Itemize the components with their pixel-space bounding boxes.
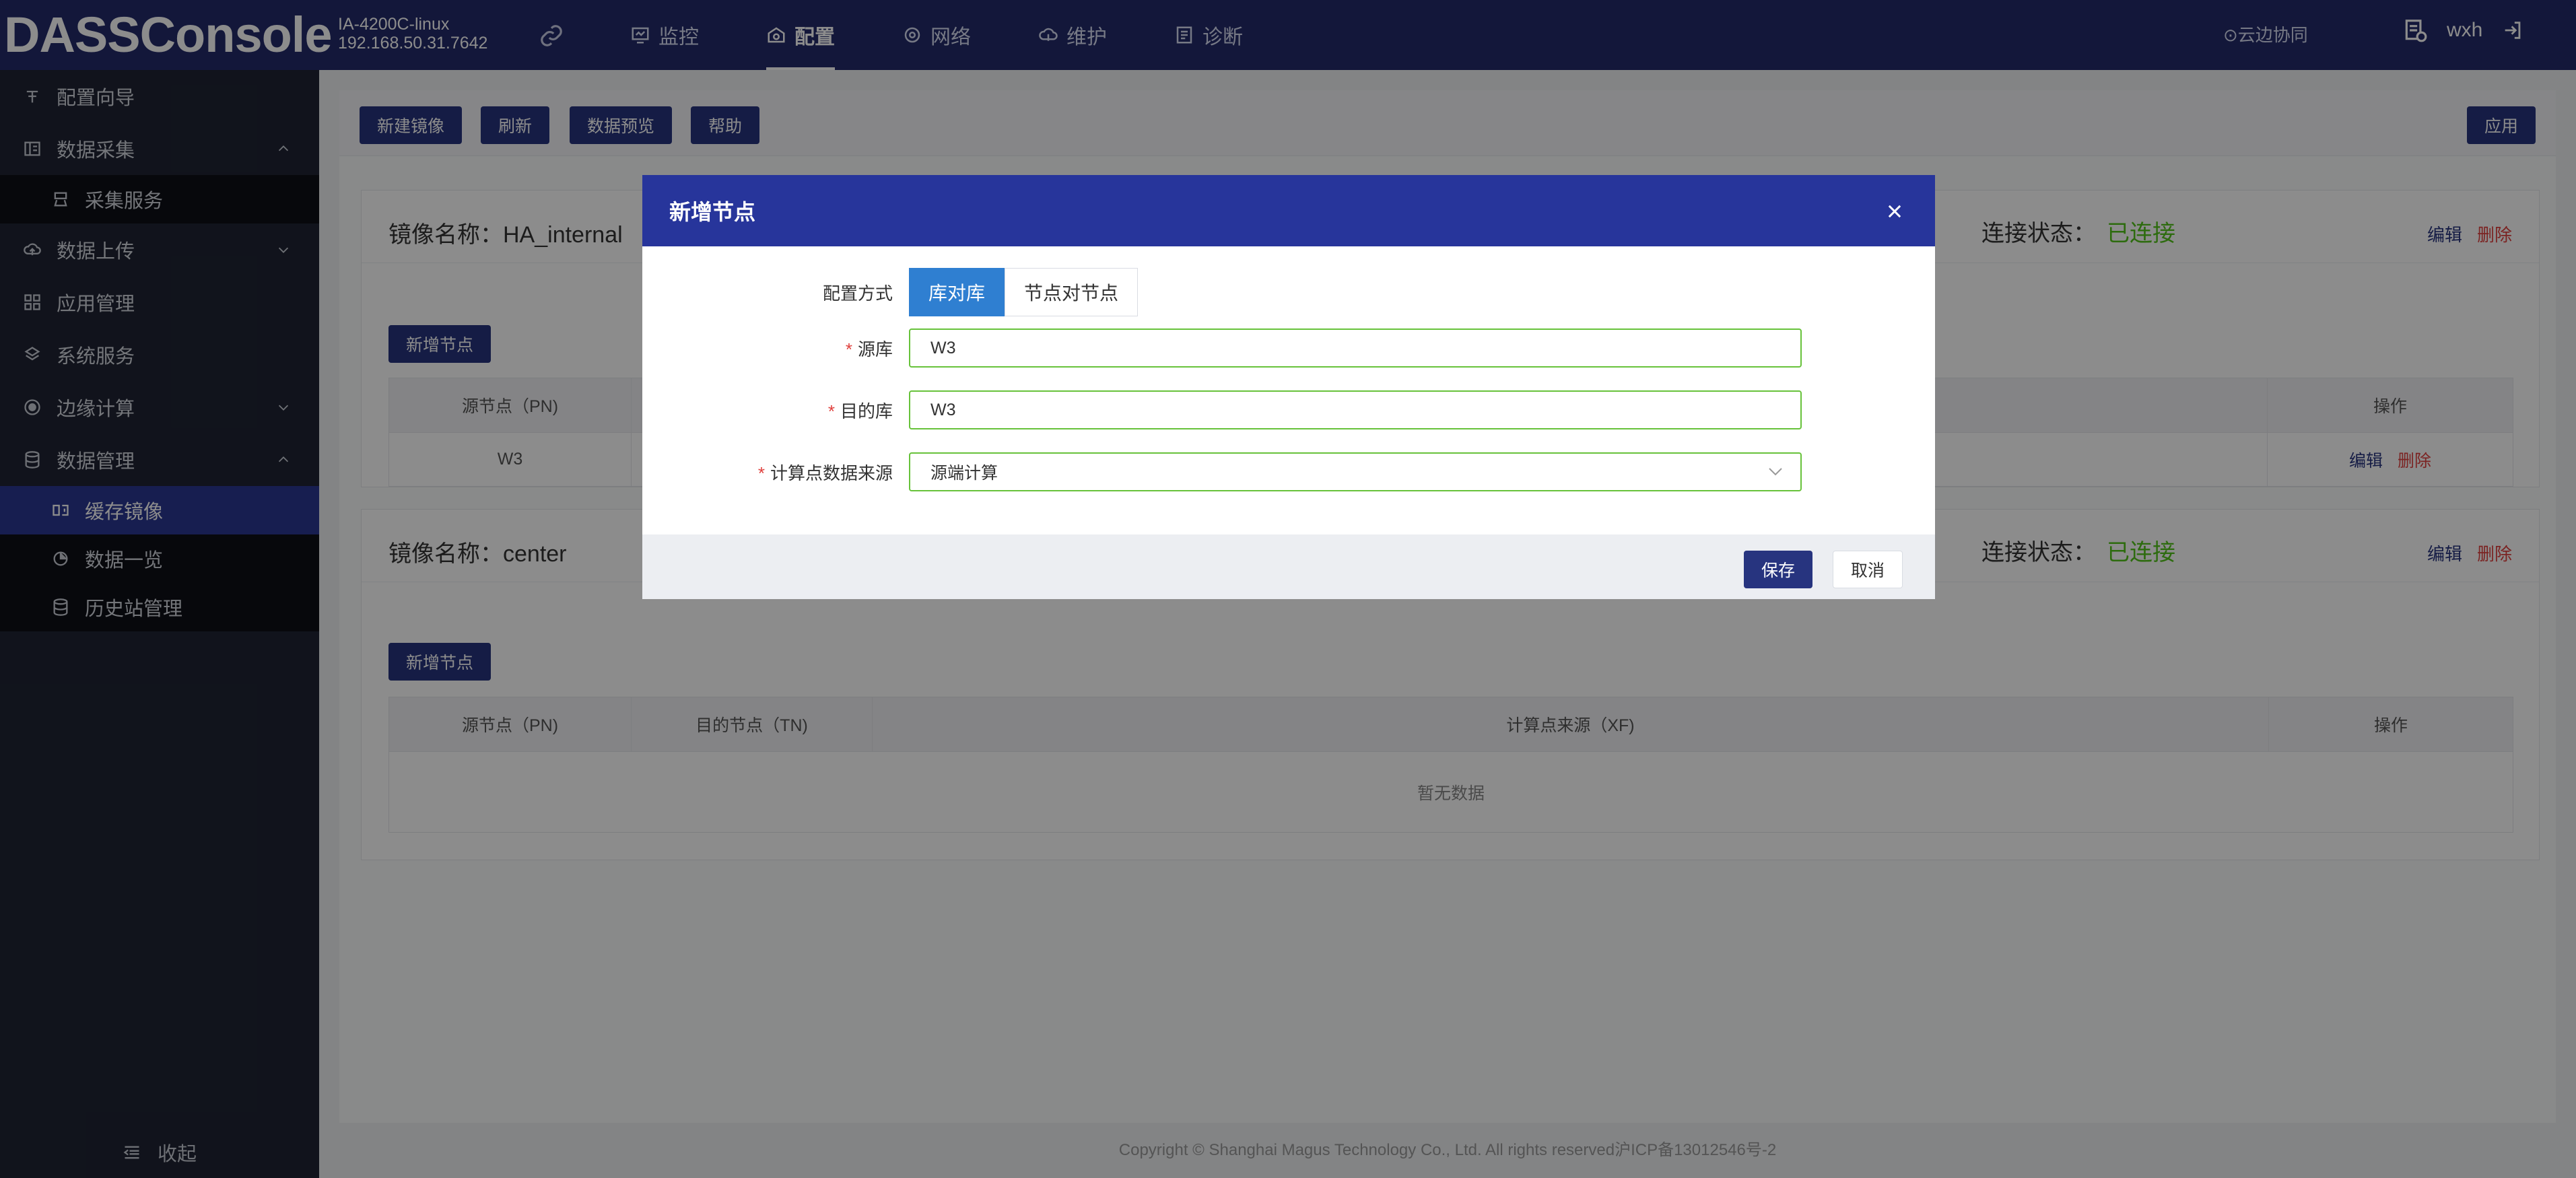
calc-source-value: 源端计算 <box>930 464 998 483</box>
dialog-header: 新增节点 <box>642 175 1935 246</box>
source-db-label: * 源库 <box>845 339 893 359</box>
close-icon[interactable] <box>1885 202 1904 221</box>
config-mode-row: 配置方式 库对库 节点对节点 <box>642 268 1139 316</box>
dialog-title: 新增节点 <box>669 200 756 224</box>
calc-source-select[interactable]: 源端计算 <box>909 452 1802 491</box>
save-button[interactable]: 保存 <box>1744 551 1813 588</box>
chevron-down-icon <box>1769 468 1782 476</box>
source-db-field[interactable]: W3 <box>909 328 1802 368</box>
config-mode-label: 配置方式 <box>822 283 893 304</box>
cancel-button[interactable]: 取消 <box>1833 551 1903 588</box>
calc-source-row: * 计算点数据来源 源端计算 <box>642 452 1802 491</box>
dialog-footer: 保存 取消 <box>642 534 1935 599</box>
seg-node-to-node[interactable]: 节点对节点 <box>1005 268 1139 316</box>
target-db-row: * 目的库 W3 <box>642 390 1802 429</box>
add-node-dialog: 新增节点 配置方式 库对库 节点对节点 * 源库 W3 * 目的库 W3 * 计算点数… <box>642 175 1935 599</box>
target-db-field[interactable]: W3 <box>909 390 1802 429</box>
config-mode-segment: 库对库 节点对节点 <box>909 268 1139 316</box>
seg-db-to-db[interactable]: 库对库 <box>909 268 1005 316</box>
source-db-row: * 源库 W3 <box>642 328 1802 368</box>
target-db-label: * 目的库 <box>827 401 893 421</box>
calc-source-label: * 计算点数据来源 <box>757 462 893 483</box>
